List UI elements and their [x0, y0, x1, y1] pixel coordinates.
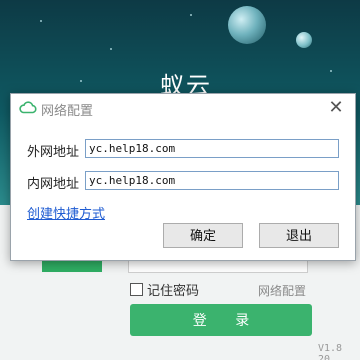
network-config-dialog: 网络配置 ✕ 外网地址 内网地址 创建快捷方式 确定 退出 — [10, 93, 356, 261]
external-address-label: 外网地址 — [27, 145, 80, 160]
remember-checkbox[interactable] — [130, 283, 143, 296]
external-address-input[interactable] — [85, 139, 339, 158]
planet-small — [296, 32, 312, 48]
close-icon[interactable]: ✕ — [325, 97, 347, 119]
star — [80, 80, 82, 82]
star — [110, 48, 112, 50]
star — [330, 70, 332, 72]
create-shortcut-link[interactable]: 创建快捷方式 — [27, 203, 105, 222]
ok-button[interactable]: 确定 — [163, 223, 243, 248]
exit-button[interactable]: 退出 — [259, 223, 339, 248]
internal-address-label: 内网地址 — [27, 177, 80, 192]
internal-address-input[interactable] — [85, 171, 339, 190]
remember-password-option[interactable]: 记住密码 — [130, 280, 199, 299]
remember-label: 记住密码 — [147, 284, 200, 299]
network-config-link[interactable]: 网络配置 — [258, 282, 306, 299]
login-button[interactable]: 登 录 — [130, 304, 312, 336]
star — [40, 20, 42, 22]
dialog-titlebar[interactable]: 网络配置 ✕ — [11, 94, 355, 122]
cloud-icon — [19, 101, 37, 114]
star — [190, 14, 192, 16]
version-label: V1.8 20 — [318, 343, 343, 360]
dialog-title: 网络配置 — [41, 104, 94, 119]
planet-large — [228, 6, 266, 44]
